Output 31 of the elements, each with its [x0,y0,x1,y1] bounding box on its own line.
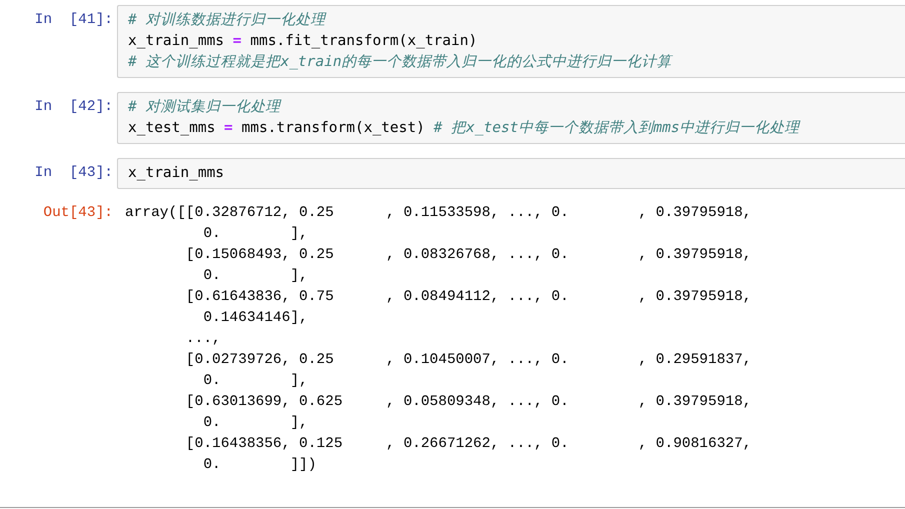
code-text: x_test_mms [128,120,216,136]
output-line: [0.61643836, 0.75 , 0.08494112, ..., 0. , 0.39795918, [184,288,753,307]
output-line: 0. ], [202,414,309,433]
output-line: [0.15068493, 0.25 , 0.08326768, ..., 0. , 0.39795918, [184,246,753,265]
output-line: [0.16438356, 0.125 , 0.26671262, ..., 0. , 0.90816327, [184,435,753,454]
code-text: mms.fit_transform(x_train) [249,33,478,49]
input-prompt: In [41]: [34,11,114,30]
output-line: 0. ], [202,372,309,391]
code-operator: = [232,33,242,49]
code-comment: # 这个训练过程就是把x_train的每一个数据带入归一化的公式中进行归一化计算 [128,54,672,70]
code-text: mms.transform(x_test) [240,120,426,136]
output-line: [0.02739726, 0.25 , 0.10450007, ..., 0. , 0.29591837, [184,351,753,370]
code-text: x_train_mms [128,165,224,181]
output-prompt: Out[43]: [42,204,114,223]
output-line: 0. ], [202,225,309,244]
code-comment: # 对训练数据进行归一化处理 [128,12,326,28]
output-line: array([[0.32876712, 0.25 , 0.11533598, ..., 0. , 0.39795918, [125,204,753,223]
code-cell[interactable]: x_train_mms [117,158,905,189]
output-line: 0. ]]) [202,456,318,475]
code-cell[interactable]: # 对训练数据进行归一化处理 x_train_mms = mms.fit_transform(x_train) # 这个训练过程就是把x_train的每一个数据带入归一化的公式中进行归一化计算 [117,5,905,78]
input-prompt: In [43]: [34,164,114,183]
output-line: [0.63013699, 0.625 , 0.05809348, ..., 0. , 0.39795918, [184,393,753,412]
code-comment: # 把x_test中每一个数据带入到mms中进行归一化处理 [434,120,800,136]
output-line: ..., [184,330,222,349]
output-line: 0. ], [202,267,309,286]
code-cell[interactable]: # 对测试集归一化处理 x_test_mms = mms.transform(x_test) # 把x_test中每一个数据带入到mms中进行归一化处理 [117,92,905,144]
code-comment: # 对测试集归一化处理 [128,99,280,115]
code-text: x_train_mms [128,33,226,49]
input-prompt: In [42]: [34,98,114,117]
code-operator: = [224,120,233,136]
output-line: 0.14634146], [202,309,309,328]
